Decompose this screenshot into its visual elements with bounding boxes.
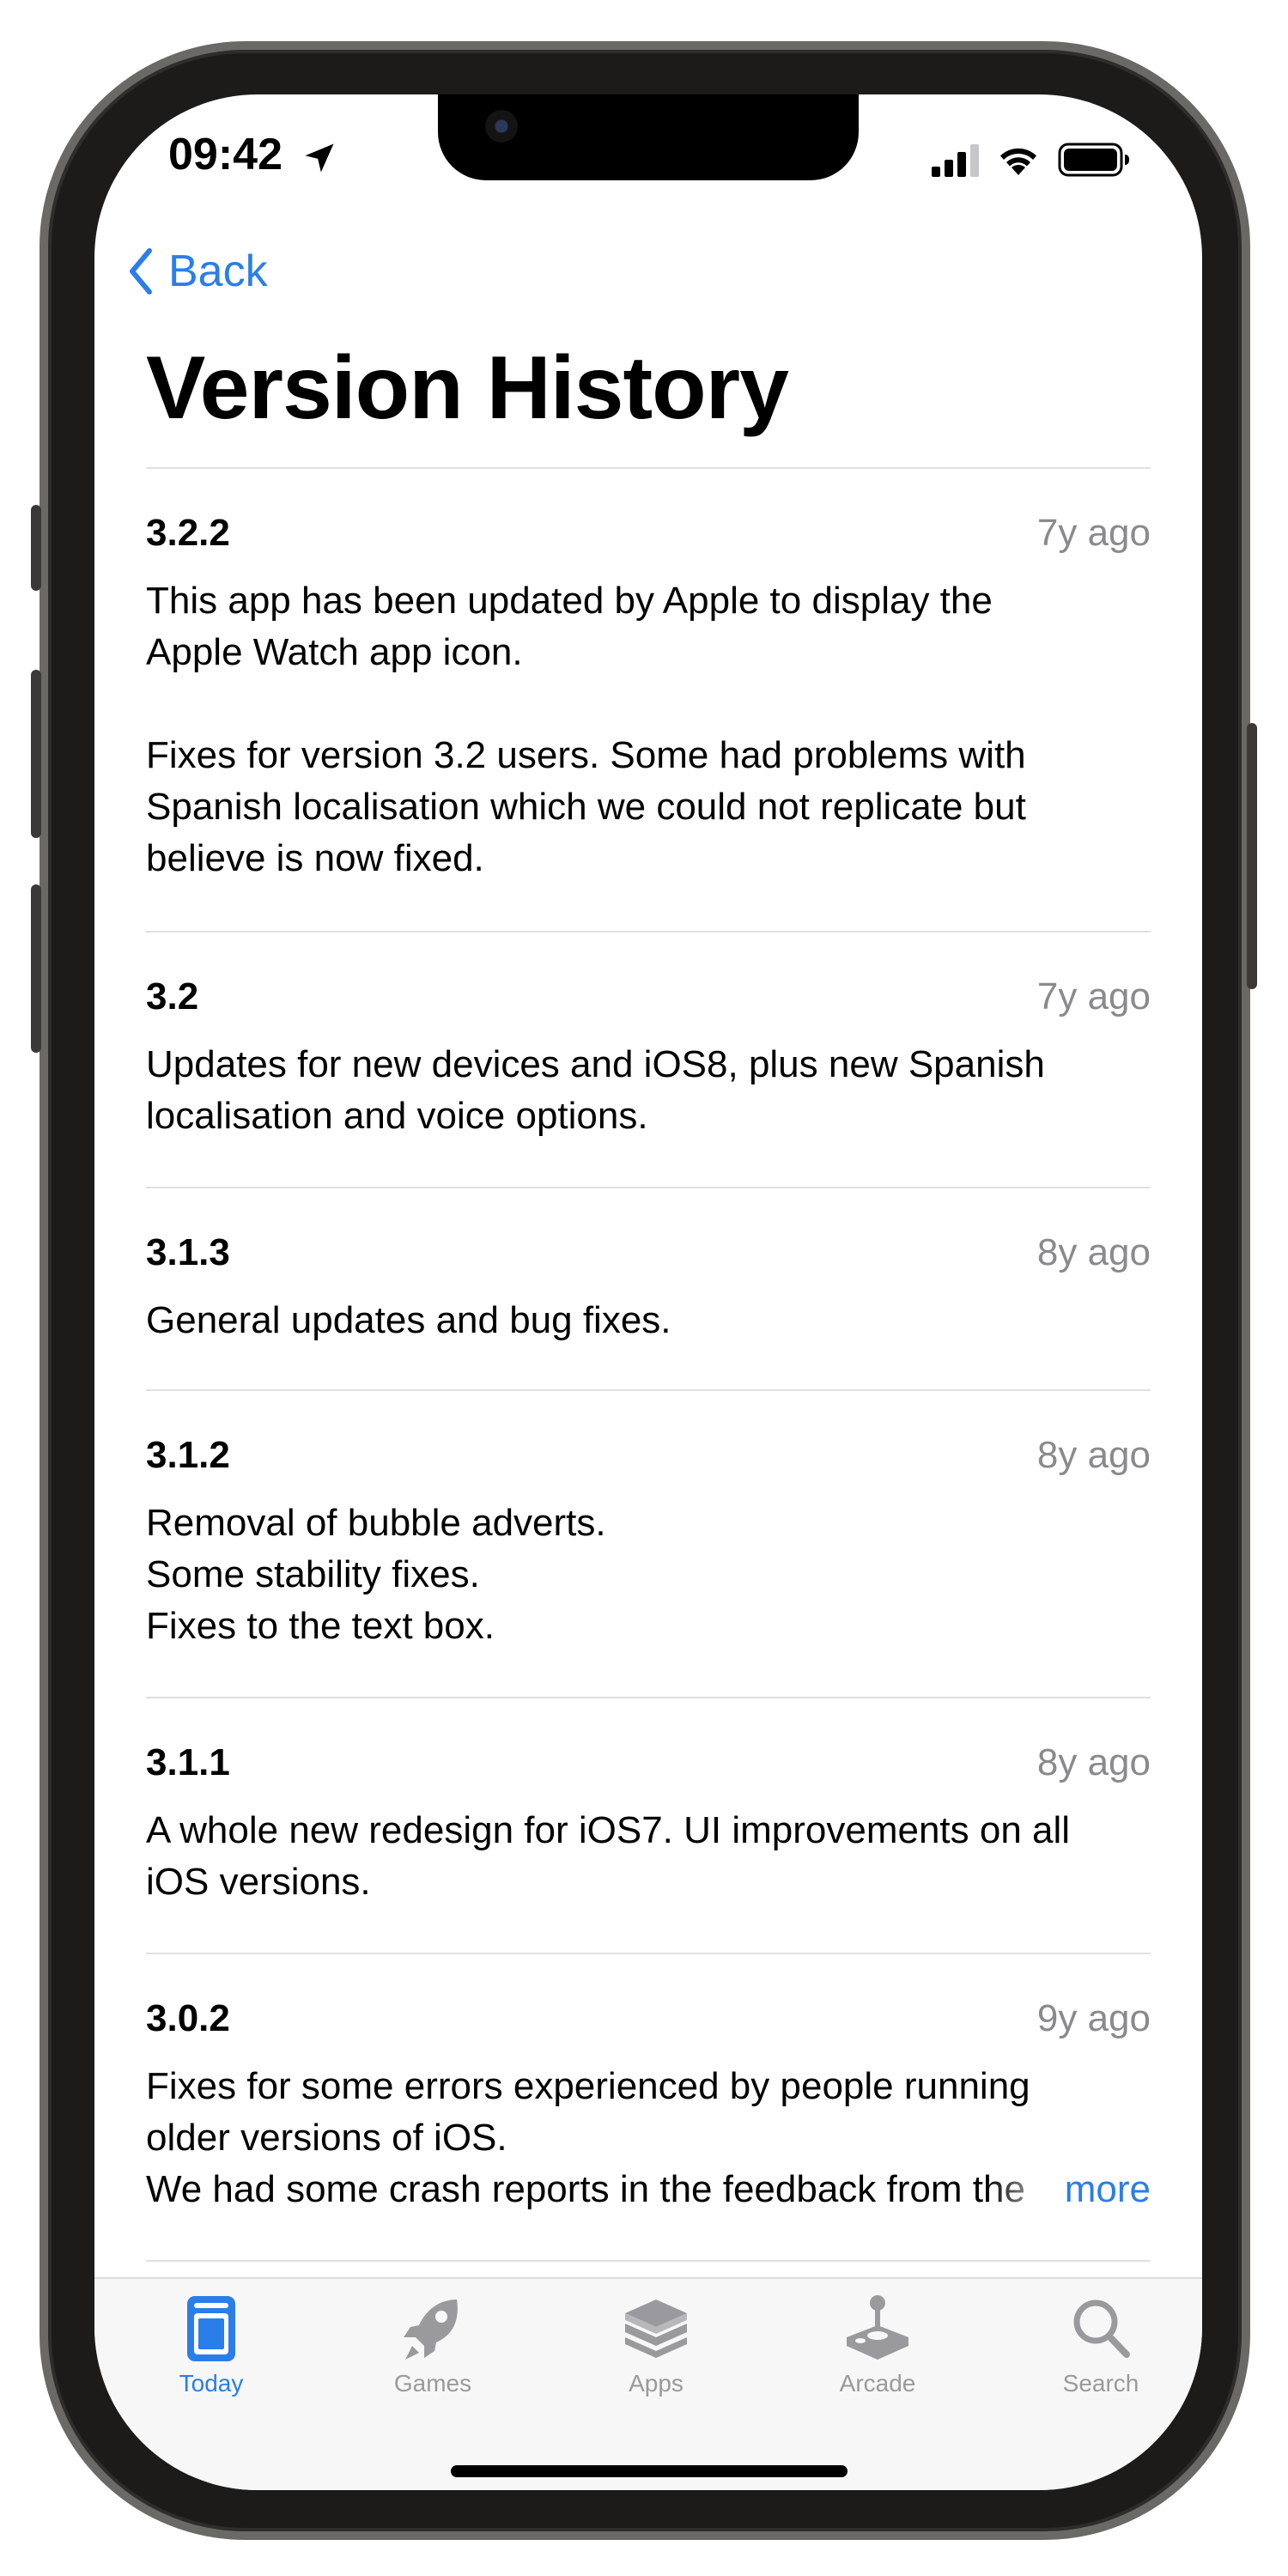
notes-line: This app has been updated by Apple to di…: [146, 580, 993, 622]
tab-games[interactable]: Games: [347, 2293, 519, 2397]
tab-label: Today: [179, 2370, 244, 2397]
version-entry: 3.2 7y ago Updates for new devices and i…: [146, 975, 1151, 1142]
notes-line: Fixes for some errors experienced by peo…: [146, 2065, 1030, 2107]
notes-line: older versions of iOS.: [146, 2117, 507, 2159]
truncated-notes-row: We had some crash reports in the feedbac…: [146, 2164, 1151, 2215]
divider: [146, 1389, 1151, 1391]
tab-label: Apps: [629, 2370, 683, 2397]
camera: [485, 110, 518, 143]
release-notes: This app has been updated by Apple to di…: [146, 575, 1151, 884]
tab-arcade[interactable]: Arcade: [792, 2293, 963, 2397]
notes-line: Fixes to the text box.: [146, 1605, 495, 1647]
tab-bar: Today Games Apps Arcade Search: [94, 2277, 1202, 2490]
version-number: 3.2: [146, 975, 199, 1018]
status-time: 09:42: [168, 130, 283, 179]
joystick-icon: [847, 2295, 908, 2360]
notes-line: iOS versions.: [146, 1861, 371, 1903]
notes-line: Updates for new devices and iOS8, plus n…: [146, 1043, 1045, 1085]
search-icon: [1073, 2300, 1130, 2358]
version-entry: 3.0.2 9y ago Fixes for some errors exper…: [146, 1997, 1151, 2215]
release-age: 9y ago: [1036, 1997, 1151, 2039]
version-entry: 3.2.2 7y ago This app has been updated b…: [146, 512, 1151, 884]
release-age: 8y ago: [1036, 1741, 1151, 1783]
notes-line: believe is now fixed.: [146, 837, 484, 879]
notes-line: Removal of bubble adverts.: [146, 1502, 606, 1544]
rocket-icon: [404, 2300, 458, 2360]
divider: [146, 1953, 1151, 1954]
notch: [438, 94, 859, 180]
notes-line: Spanish localisation which we could not …: [146, 786, 1026, 828]
tab-search[interactable]: Search: [1015, 2293, 1187, 2397]
release-notes: Updates for new devices and iOS8, plus n…: [146, 1039, 1151, 1142]
cellular-signal-icon: [932, 144, 979, 177]
version-entry: 3.1.2 8y ago Removal of bubble adverts. …: [146, 1434, 1151, 1652]
divider: [146, 467, 1151, 469]
chevron-left-icon: [130, 248, 152, 295]
release-notes: Fixes for some errors experienced by peo…: [146, 2061, 1151, 2215]
version-number: 3.1.2: [146, 1434, 230, 1476]
version-entry: 3.1.3 8y ago General updates and bug fix…: [146, 1231, 1151, 1346]
tab-apps[interactable]: Apps: [570, 2293, 742, 2397]
divider: [146, 1187, 1151, 1188]
release-age: 7y ago: [1036, 975, 1151, 1018]
wifi-icon: [1000, 148, 1036, 175]
notes-line: Some stability fixes.: [146, 1553, 480, 1595]
version-number: 3.1.1: [146, 1741, 230, 1783]
notes-line: Apple Watch app icon.: [146, 631, 523, 673]
divider: [146, 931, 1151, 933]
version-number: 3.2.2: [146, 512, 230, 554]
divider: [146, 2260, 1151, 2262]
release-notes: General updates and bug fixes.: [146, 1295, 1151, 1346]
divider: [146, 1697, 1151, 1698]
volume-up-button: [31, 670, 41, 838]
volume-down-button: [31, 884, 41, 1053]
notes-line: General updates and bug fixes.: [146, 1299, 671, 1341]
version-number: 3.1.3: [146, 1231, 230, 1273]
silent-switch: [31, 505, 41, 591]
power-button: [1247, 723, 1257, 989]
page-title: Version History: [146, 338, 789, 438]
release-age: 7y ago: [1036, 512, 1151, 554]
back-label: Back: [168, 246, 268, 296]
location-arrow-icon: [305, 143, 334, 173]
release-age: 8y ago: [1036, 1434, 1151, 1476]
notes-line: Fixes for version 3.2 users. Some had pr…: [146, 734, 1026, 776]
tab-label: Arcade: [839, 2370, 916, 2397]
release-notes: Removal of bubble adverts. Some stabilit…: [146, 1498, 1151, 1652]
more-button[interactable]: more: [1055, 2164, 1151, 2215]
notes-line: A whole new redesign for iOS7. UI improv…: [146, 1809, 1071, 1851]
screen: 09:42 Back Version History 3.2.2 7y ago …: [94, 94, 1202, 2490]
tab-today[interactable]: Today: [125, 2293, 297, 2397]
battery-icon: [1058, 143, 1129, 177]
notes-line: localisation and voice options.: [146, 1095, 648, 1137]
today-icon: [187, 2296, 235, 2361]
release-age: 8y ago: [1036, 1231, 1151, 1273]
tab-label: Search: [1062, 2370, 1139, 2397]
version-number: 3.0.2: [146, 1997, 230, 2039]
version-entry: 3.1.1 8y ago A whole new redesign for iO…: [146, 1741, 1151, 1908]
release-notes: A whole new redesign for iOS7. UI improv…: [146, 1805, 1151, 1908]
tab-label: Games: [393, 2370, 472, 2397]
apps-stack-icon: [625, 2300, 687, 2358]
home-indicator[interactable]: [451, 2465, 848, 2477]
back-button[interactable]: Back: [125, 246, 268, 297]
